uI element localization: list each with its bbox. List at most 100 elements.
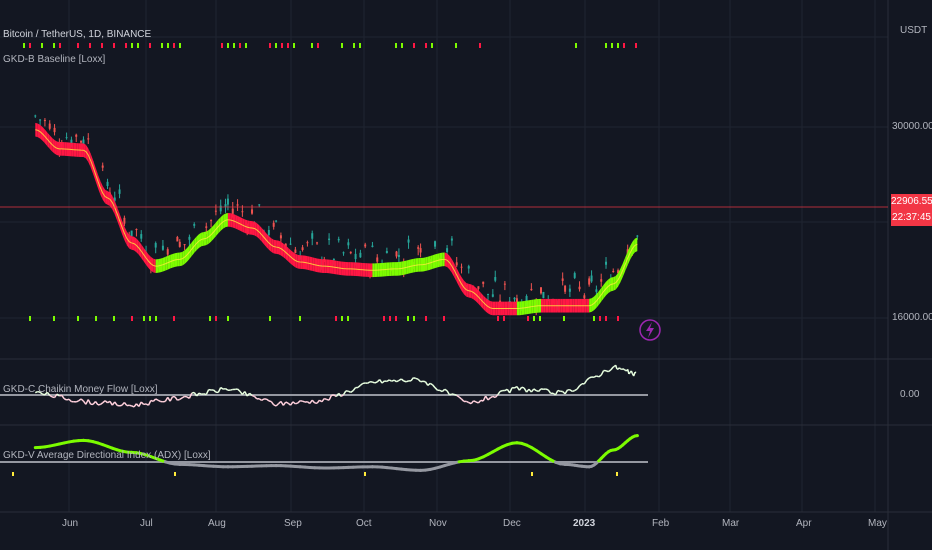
cmf-line-segment — [63, 397, 67, 401]
signal-marker — [233, 43, 235, 48]
candle-body — [176, 237, 179, 242]
candle-body — [460, 266, 463, 268]
candle-body — [106, 181, 109, 186]
cmf-line-segment — [612, 365, 615, 368]
cmf-line-segment — [432, 384, 436, 389]
signal-marker — [239, 43, 241, 48]
pane-separators[interactable] — [0, 0, 932, 550]
candle-body — [419, 248, 422, 253]
time-label: May — [868, 518, 887, 529]
cmf-line-segment — [258, 398, 263, 402]
candle-body — [540, 287, 542, 294]
lightning-icon[interactable] — [639, 319, 661, 341]
signal-marker — [101, 43, 103, 48]
cmf-line-segment — [622, 368, 625, 371]
signal-marker — [77, 43, 79, 48]
candle-body — [467, 266, 470, 269]
candle-body — [210, 220, 213, 222]
signal-marker — [149, 43, 151, 48]
signal-marker — [311, 43, 313, 48]
time-label: Dec — [503, 518, 521, 529]
trading-chart[interactable] — [0, 0, 932, 550]
signal-marker — [413, 43, 415, 48]
cmf-line-segment — [614, 364, 618, 370]
candle-body — [130, 230, 133, 237]
candle-body — [75, 134, 78, 137]
signal-marker — [143, 316, 145, 321]
cmf-line-segment — [316, 399, 321, 404]
cmf-line-segment — [547, 389, 552, 394]
cmf-line-segment — [454, 393, 457, 397]
baseline-center-line — [35, 129, 638, 309]
currency-label: USDT — [900, 25, 928, 36]
signal-marker — [527, 316, 529, 321]
candle-body — [161, 245, 164, 250]
cmf-line-segment — [217, 387, 222, 393]
signal-marker — [413, 316, 415, 321]
cmf-line-segment — [129, 404, 132, 407]
signal-marker — [125, 43, 127, 48]
cmf-line-segment — [470, 400, 475, 405]
signal-marker — [599, 316, 601, 321]
signal-marker — [407, 316, 409, 321]
candle-body — [347, 242, 350, 246]
adx-signal-marker — [174, 472, 176, 476]
cmf-line-segment — [253, 395, 258, 400]
candle-body — [595, 289, 598, 292]
cmf-line-segment — [393, 379, 397, 383]
cmf-line-segment — [545, 388, 549, 391]
signal-marker — [29, 316, 31, 321]
cmf-line-segment — [94, 400, 99, 406]
adx-pane-title[interactable]: GKD-V Average Directional Index (ADX) [L… — [3, 450, 211, 461]
candle-body — [101, 165, 104, 168]
candle-body — [385, 251, 388, 253]
cmf-line-segment — [386, 379, 390, 383]
signal-marker — [497, 316, 499, 321]
cmf-line-segment — [114, 401, 118, 406]
signal-marker — [479, 43, 481, 48]
cmf-line-segment — [400, 378, 405, 382]
signal-marker — [539, 316, 541, 321]
candle-body — [395, 251, 398, 257]
cmf-line-segment — [533, 388, 537, 392]
cmf-line-segment — [530, 388, 535, 393]
candle-body — [251, 209, 254, 214]
cmf-line-segment — [623, 368, 626, 371]
candle-body — [450, 238, 453, 241]
time-label: Mar — [722, 518, 740, 529]
candle-body — [407, 239, 410, 243]
baseline-layer — [35, 122, 638, 316]
candle-body — [588, 278, 591, 285]
time-axis[interactable]: Jun Jul Aug Sep Oct Nov Dec 2023 Feb Mar… — [0, 512, 888, 550]
symbol-title[interactable]: Bitcoin / TetherUS, 1D, BINANCE — [3, 29, 151, 40]
signal-marker — [299, 316, 301, 321]
signal-marker — [425, 316, 427, 321]
signal-marker — [395, 43, 397, 48]
signal-marker — [209, 316, 211, 321]
signal-marker — [131, 316, 133, 321]
cmf-line-segment — [268, 400, 272, 403]
time-label: Jul — [140, 518, 153, 529]
cmf-line-segment — [490, 395, 494, 399]
signal-marker — [41, 43, 43, 48]
cmf-line-segment — [596, 375, 600, 378]
cmf-line-segment — [410, 377, 414, 382]
candle-body — [306, 242, 309, 244]
overlay-indicator-title[interactable]: GKD-B Baseline [Loxx] — [3, 54, 105, 65]
candle-body — [359, 252, 362, 258]
candle-body — [364, 244, 367, 247]
cmf-line-segment — [396, 379, 400, 383]
signal-marker — [341, 316, 343, 321]
signal-marker — [623, 43, 625, 48]
cmf-line-segment — [388, 379, 393, 382]
cmf-pane-title[interactable]: GKD-C Chaikin Money Flow [Loxx] — [3, 384, 158, 395]
cmf-line-segment — [576, 385, 581, 390]
cmf-line-segment — [311, 399, 316, 404]
candle-body — [219, 205, 222, 212]
candle-body — [224, 204, 227, 207]
cmf-line-segment — [152, 398, 157, 402]
signal-marker — [59, 43, 61, 48]
signal-marker — [77, 316, 79, 321]
cmf-line-segment — [461, 398, 465, 402]
cmf-line-segment — [323, 397, 327, 401]
